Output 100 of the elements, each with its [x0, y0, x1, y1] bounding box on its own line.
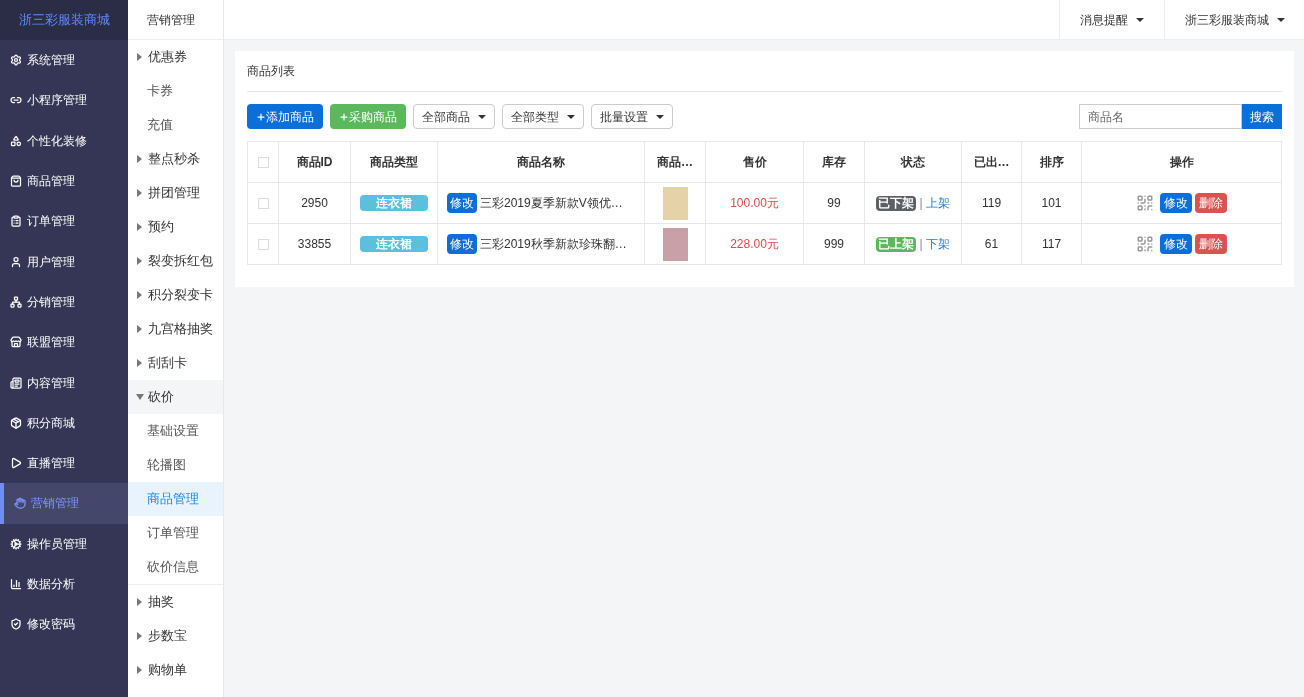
submenu-item[interactable]: 充值	[128, 108, 223, 142]
column-header: 商品类型	[350, 141, 438, 183]
triangle-right-icon	[137, 359, 142, 367]
column-header: 操作	[1081, 141, 1282, 183]
sidebar-item[interactable]: 小程序管理	[0, 80, 128, 121]
play-icon	[10, 457, 22, 470]
sidebar-item[interactable]: 操作员管理	[0, 523, 128, 564]
filter-dropdown[interactable]: 全部类型	[502, 104, 584, 129]
sidebar-item[interactable]: 内容管理	[0, 362, 128, 403]
product-name: 三彩2019秋季新款珍珠翻…	[480, 236, 627, 253]
product-name: 三彩2019夏季新款V领优…	[480, 195, 623, 212]
submenu-group[interactable]: 整点秒杀	[128, 142, 223, 176]
clipboard-icon	[10, 215, 22, 228]
submenu-group[interactable]: 购物单	[128, 653, 223, 687]
triangle-right-icon	[137, 223, 142, 231]
sidebar-item[interactable]: 直播管理	[0, 442, 128, 484]
sidebar-item[interactable]: 积分商城	[0, 402, 128, 443]
triangle-right-icon	[137, 598, 142, 606]
add-icon	[256, 111, 266, 122]
checkbox[interactable]	[257, 157, 269, 169]
edit-name-button[interactable]: 修改	[447, 234, 477, 254]
sidebar-item[interactable]: 联盟管理	[0, 322, 128, 363]
qr-code-icon[interactable]	[1136, 194, 1154, 212]
submenu-item[interactable]: 砍价信息	[128, 550, 223, 584]
triangle-right-icon	[137, 189, 142, 197]
status-badge: 已上架	[876, 237, 917, 252]
shapes-icon	[10, 134, 22, 147]
table-cell: 61	[961, 223, 1022, 265]
photo-placeholder	[662, 186, 688, 220]
submenu-item[interactable]: 订单管理	[128, 516, 223, 550]
edit-name-button[interactable]: 修改	[447, 193, 477, 213]
sidebar-item[interactable]: 个性化装修	[0, 120, 128, 161]
column-header: 已出…	[961, 141, 1022, 183]
submenu-group[interactable]: 刮刮卡	[128, 346, 223, 380]
toggle-link[interactable]: 下架	[925, 237, 950, 251]
triangle-down-icon	[136, 394, 144, 400]
type-tag: 连衣裙	[360, 195, 428, 211]
photo-placeholder	[662, 227, 688, 261]
triangle-right-icon	[137, 155, 142, 163]
newspaper-icon	[10, 376, 22, 389]
table-cell: 99	[803, 182, 865, 224]
submenu-group[interactable]: 九宫格抽奖	[128, 312, 223, 346]
store-icon	[10, 336, 22, 349]
triangle-right-icon	[137, 53, 142, 61]
delete-button[interactable]: 删除	[1195, 234, 1227, 254]
submenu-group[interactable]: 预约	[128, 210, 223, 244]
caret-icon	[478, 114, 486, 119]
caret-icon	[1277, 17, 1285, 22]
table-cell: 101	[1021, 182, 1082, 224]
sidebar-item[interactable]: 用户管理	[0, 241, 128, 282]
qr-code-icon[interactable]	[1136, 235, 1154, 253]
search-button[interactable]: 搜索	[1242, 104, 1282, 129]
table-cell: 100.00元	[705, 182, 804, 224]
submenu-group[interactable]: 裂变拆红包	[128, 244, 223, 278]
triangle-right-icon	[137, 291, 142, 299]
column-header: 状态	[864, 141, 962, 183]
toggle-link[interactable]: 上架	[925, 196, 950, 210]
submenu-group[interactable]: 积分裂变卡	[128, 278, 223, 312]
column-header: 商品名称	[437, 141, 645, 183]
submenu-group[interactable]: 拼团管理	[128, 176, 223, 210]
table-cell: 117	[1021, 223, 1082, 265]
filter-dropdown[interactable]: 批量设置	[591, 104, 673, 129]
submenu-group[interactable]: 抽奖	[128, 585, 223, 619]
sidebar-item[interactable]: 商品管理	[0, 160, 128, 202]
sidebar-item[interactable]: 系统管理	[0, 40, 128, 81]
column-header: 售价	[705, 141, 804, 183]
submenu-item[interactable]: 卡券	[128, 74, 223, 108]
sidebar-item[interactable]: 订单管理	[0, 201, 128, 242]
column-header: 排序	[1021, 141, 1082, 183]
shield-icon	[10, 618, 22, 631]
separator-text: |	[919, 237, 923, 251]
delete-button[interactable]: 删除	[1195, 193, 1227, 213]
checkbox[interactable]	[257, 198, 269, 210]
sidebar-item[interactable]: 修改密码	[0, 604, 128, 645]
bar-chart-icon	[10, 578, 22, 590]
hand-icon	[14, 497, 26, 510]
checkbox[interactable]	[257, 239, 269, 251]
sidebar-item[interactable]: 分销管理	[0, 281, 128, 323]
user-icon	[10, 255, 22, 268]
status-badge: 已下架	[876, 196, 917, 211]
network-icon	[10, 295, 22, 308]
edit-button[interactable]: 修改	[1160, 193, 1192, 213]
triangle-right-icon	[137, 632, 142, 640]
filter-dropdown[interactable]: 全部商品	[413, 104, 495, 129]
top-menu[interactable]: 消息提醒	[1059, 0, 1164, 39]
submenu-group[interactable]: 步数宝	[128, 619, 223, 653]
submenu-item[interactable]: 基础设置	[128, 414, 223, 448]
edit-button[interactable]: 修改	[1160, 234, 1192, 254]
submenu-group[interactable]: 砍价	[128, 380, 223, 414]
search-field[interactable]: 商品名	[1079, 104, 1242, 129]
add-icon	[339, 111, 349, 122]
submenu-item[interactable]: 轮播图	[128, 448, 223, 482]
top-menu[interactable]: 浙三彩服装商城	[1164, 0, 1304, 39]
table-cell: 33855	[278, 223, 351, 265]
caret-icon	[656, 114, 664, 119]
bag-icon	[10, 175, 22, 188]
add-product-button[interactable]: 添加商品	[247, 104, 323, 129]
submenu-group[interactable]: 优惠券	[128, 40, 223, 74]
sidebar-item[interactable]: 数据分析	[0, 563, 128, 605]
table-cell: 2950	[278, 182, 351, 224]
